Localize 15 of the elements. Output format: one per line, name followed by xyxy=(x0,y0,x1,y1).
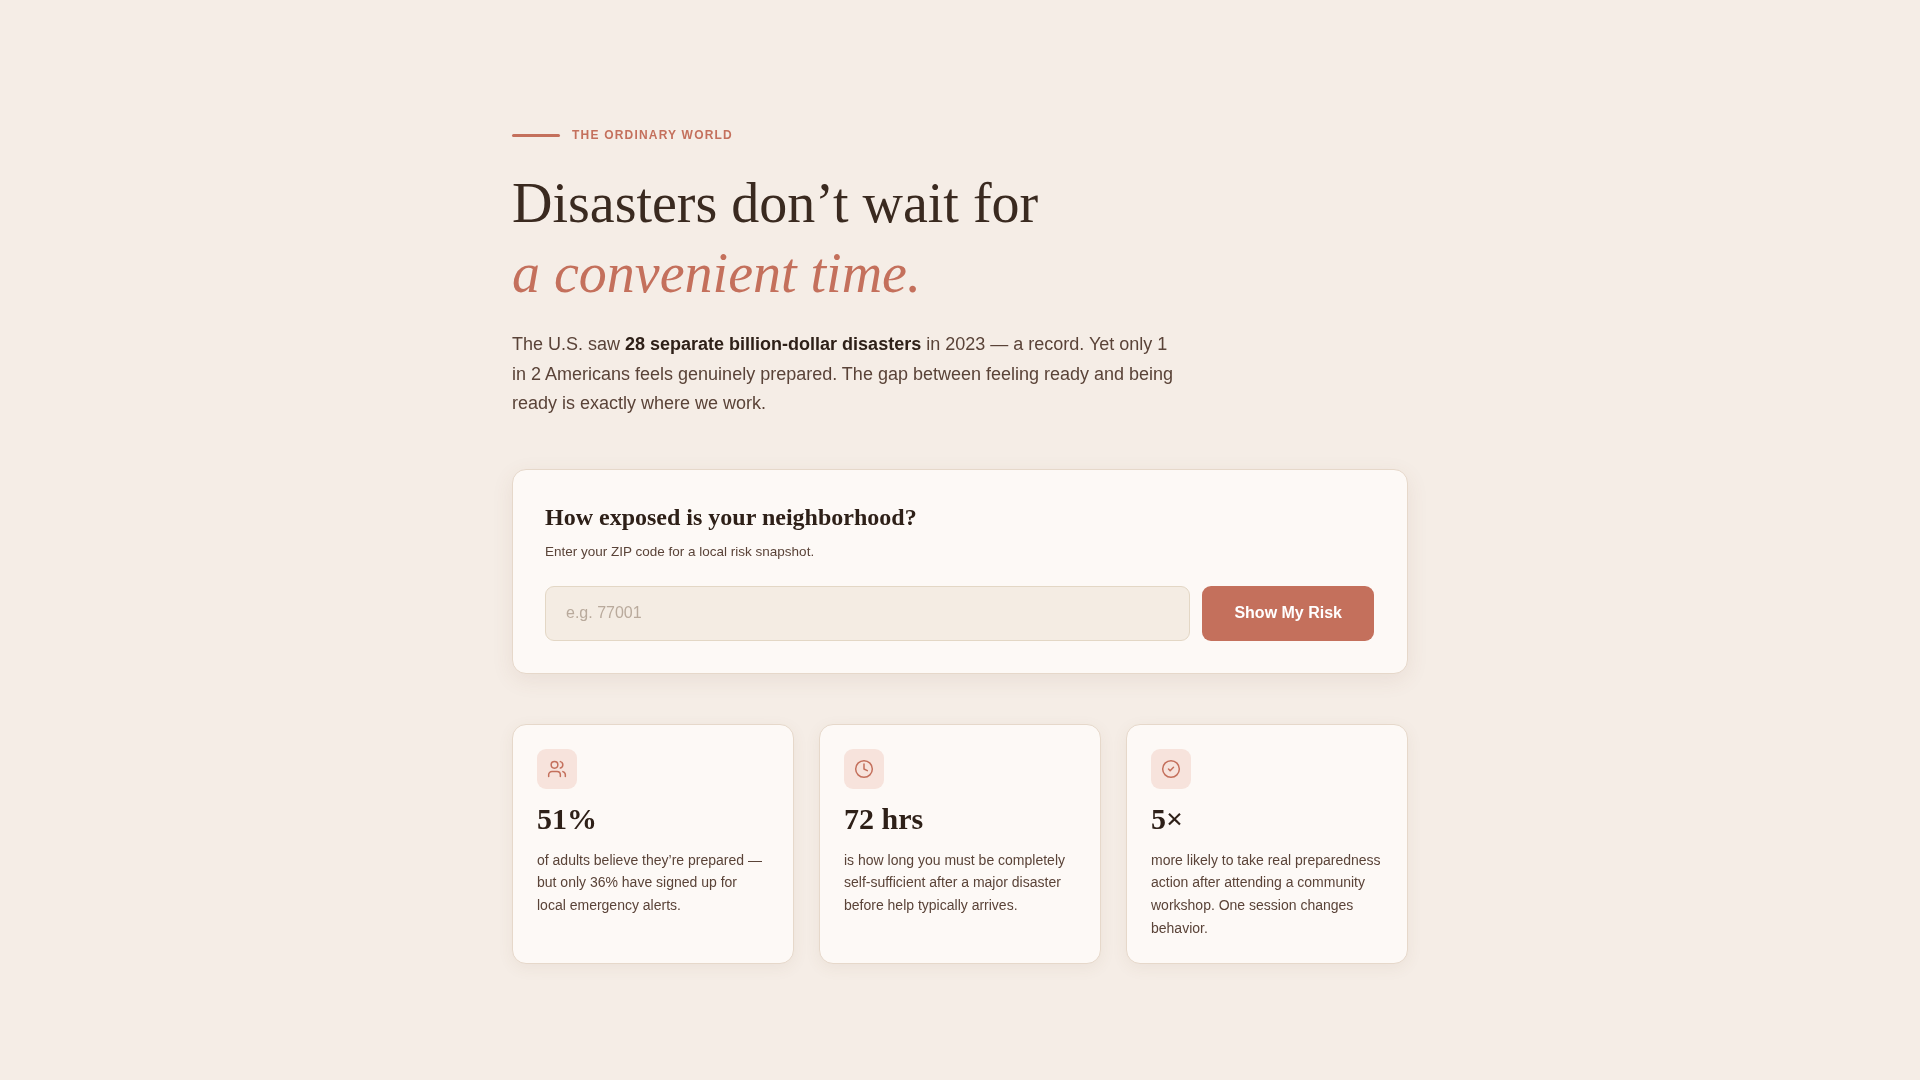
stat-value: 51% xyxy=(537,800,598,837)
section-eyebrow: THE ORDINARY WORLD xyxy=(572,127,733,143)
clock-icon xyxy=(844,748,884,789)
headline: Disasters don’t wait for a convenient time. xyxy=(512,171,1040,306)
stat-value: 5× xyxy=(1151,800,1185,837)
stat-description: more likely to take real preparedness action after attending a community workshop. One session changes behavior. xyxy=(1151,850,1382,938)
card-title: How exposed is your neighborhood? xyxy=(545,502,918,532)
stat-description: of adults believe they’re prepared — but only 36% have signed up for local emergency alerts. xyxy=(537,850,763,915)
stat-description: is how long you must be completely self-sufficient after a major disaster before help typically arrives. xyxy=(844,850,1066,915)
card-subtitle: Enter your ZIP code for a local risk snapshot. xyxy=(545,542,816,561)
show-risk-button[interactable]: Show My Risk xyxy=(1202,585,1374,641)
people-icon xyxy=(537,748,577,789)
intro-paragraph: The U.S. saw 28 separate billion-dollar disasters in 2023 — a record. Yet only 1 in 2 Americans feels genuinely prepared. The gap between feeling ready and being ready is exactly where we work. xyxy=(512,333,1175,416)
zip-input-field[interactable]: e.g. 77001 xyxy=(545,585,1191,641)
stat-value: 72 hrs xyxy=(844,800,925,837)
